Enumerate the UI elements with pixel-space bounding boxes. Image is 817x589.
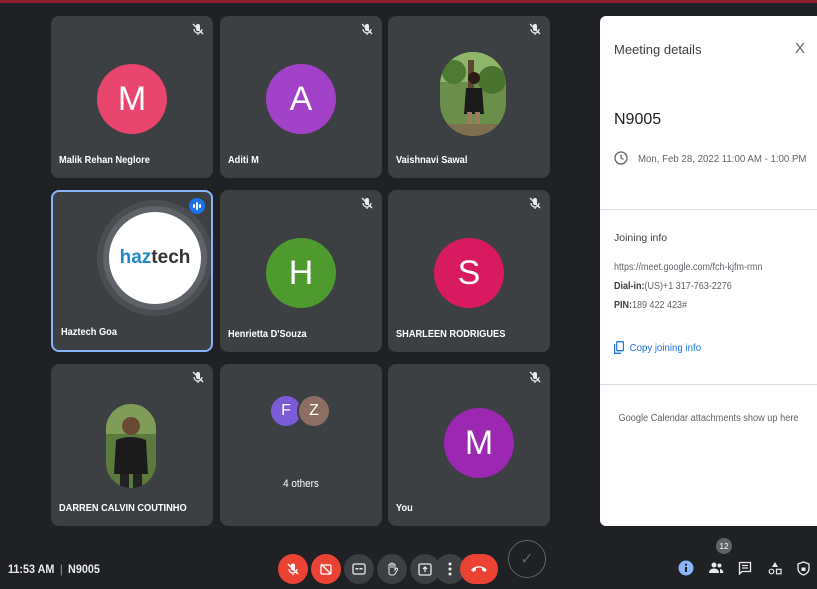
host-controls-button[interactable] xyxy=(793,558,813,578)
captions-icon xyxy=(352,563,366,575)
haztech-logo: haz tech xyxy=(109,212,201,304)
camera-off-icon xyxy=(320,563,332,575)
avatar: M xyxy=(444,408,514,478)
dial-in-line: Dial-in:(US)+1 317-763-2276 xyxy=(614,281,732,292)
top-accent-line xyxy=(0,0,817,3)
clock-icon xyxy=(614,151,628,165)
participant-name: Aditi M xyxy=(228,154,259,166)
avatar-others-2: Z xyxy=(297,394,331,428)
meeting-datetime: Mon, Feb 28, 2022 11:00 AM - 1:00 PM xyxy=(638,153,807,165)
copy-icon xyxy=(614,341,625,354)
avatar: M xyxy=(97,64,167,134)
participant-tile-vaishnavi[interactable]: Vaishnavi Sawal xyxy=(388,16,550,178)
avatar: S xyxy=(434,238,504,308)
mic-toggle-button[interactable] xyxy=(278,554,308,584)
copy-label: Copy joining info xyxy=(629,341,702,354)
bottom-control-bar: 11:53 AM | N9005 ✓ 12 xyxy=(0,528,817,589)
raise-hand-button[interactable] xyxy=(377,554,407,584)
shield-lock-icon xyxy=(796,560,810,576)
participant-name: Henrietta D'Souza xyxy=(228,328,307,340)
hand-icon xyxy=(388,562,398,576)
activities-button[interactable] xyxy=(765,558,785,578)
hang-up-icon xyxy=(471,566,487,572)
current-time: 11:53 AM xyxy=(8,562,55,576)
participant-name: Vaishnavi Sawal xyxy=(396,154,468,166)
avatar-photo xyxy=(440,52,506,136)
info-icon xyxy=(678,560,694,576)
speaking-indicator-icon xyxy=(189,198,205,214)
meeting-link[interactable]: https://meet.google.com/fch-kjfm-rmn xyxy=(614,262,763,273)
participant-name: SHARLEEN RODRIGUES xyxy=(396,328,506,340)
leave-call-button[interactable] xyxy=(460,554,498,584)
pin-label: PIN: xyxy=(614,300,632,311)
copy-joining-info-button[interactable]: Copy joining info xyxy=(614,341,701,354)
participant-tile-others[interactable]: F Z 4 others xyxy=(220,364,382,526)
participant-tile-malik[interactable]: M Malik Rehan Neglore xyxy=(51,16,213,178)
mic-off-icon xyxy=(287,563,299,575)
meeting-code: N9005 xyxy=(614,111,662,128)
participant-tile-sharleen[interactable]: S SHARLEEN RODRIGUES xyxy=(388,190,550,352)
joining-info-title: Joining info xyxy=(614,232,668,244)
chat-icon xyxy=(738,561,752,575)
dial-in-label: Dial-in: xyxy=(614,281,645,292)
people-count-badge: 12 xyxy=(716,538,732,554)
camera-toggle-button[interactable] xyxy=(311,554,341,584)
participant-tile-henrietta[interactable]: H Henrietta D'Souza xyxy=(220,190,382,352)
meeting-code-bottom: N9005 xyxy=(68,562,100,576)
meeting-time-and-code: 11:53 AM | N9005 xyxy=(8,562,100,576)
activities-icon xyxy=(768,562,782,575)
separator: | xyxy=(59,562,63,576)
mic-off-icon xyxy=(529,371,541,383)
pin-line: PIN:189 422 423# xyxy=(614,300,687,311)
participant-tile-haztech[interactable]: haz tech Haztech Goa xyxy=(51,190,213,352)
chat-button[interactable] xyxy=(735,558,755,578)
present-icon xyxy=(418,562,432,576)
participant-name: DARREN CALVIN COUTINHO xyxy=(59,502,187,514)
captions-button[interactable] xyxy=(344,554,374,584)
participant-name: Haztech Goa xyxy=(61,326,117,338)
people-icon xyxy=(709,562,724,573)
participant-name: Malik Rehan Neglore xyxy=(59,154,150,166)
participant-tile-you[interactable]: M You xyxy=(388,364,550,526)
avatar-photo xyxy=(106,404,156,488)
divider xyxy=(600,209,817,210)
panel-title: Meeting details xyxy=(614,42,702,57)
avatar: H xyxy=(266,238,336,308)
check-icon[interactable]: ✓ xyxy=(508,540,546,578)
mic-off-icon xyxy=(192,23,204,35)
mic-off-icon xyxy=(361,197,373,209)
mic-off-icon xyxy=(192,371,204,383)
people-button[interactable] xyxy=(706,558,726,578)
more-vert-icon xyxy=(448,562,452,576)
pin-value: 189 422 423# xyxy=(632,300,688,311)
mic-off-icon xyxy=(529,23,541,35)
calendar-attachments-note: Google Calendar attachments show up here xyxy=(618,413,799,424)
mic-off-icon xyxy=(529,197,541,209)
close-panel-button[interactable]: X xyxy=(795,40,805,57)
others-label: 4 others xyxy=(283,478,319,490)
meeting-details-panel: Meeting details X N9005 Mon, Feb 28, 202… xyxy=(600,16,817,526)
dial-in-number: (US)+1 317-763-2276 xyxy=(644,281,732,292)
divider xyxy=(600,384,817,385)
participant-name: You xyxy=(396,502,413,514)
participant-tile-aditi[interactable]: A Aditi M xyxy=(220,16,382,178)
participant-tile-darren[interactable]: DARREN CALVIN COUTINHO xyxy=(51,364,213,526)
avatar: A xyxy=(266,64,336,134)
meeting-details-button[interactable] xyxy=(676,558,696,578)
mic-off-icon xyxy=(361,23,373,35)
